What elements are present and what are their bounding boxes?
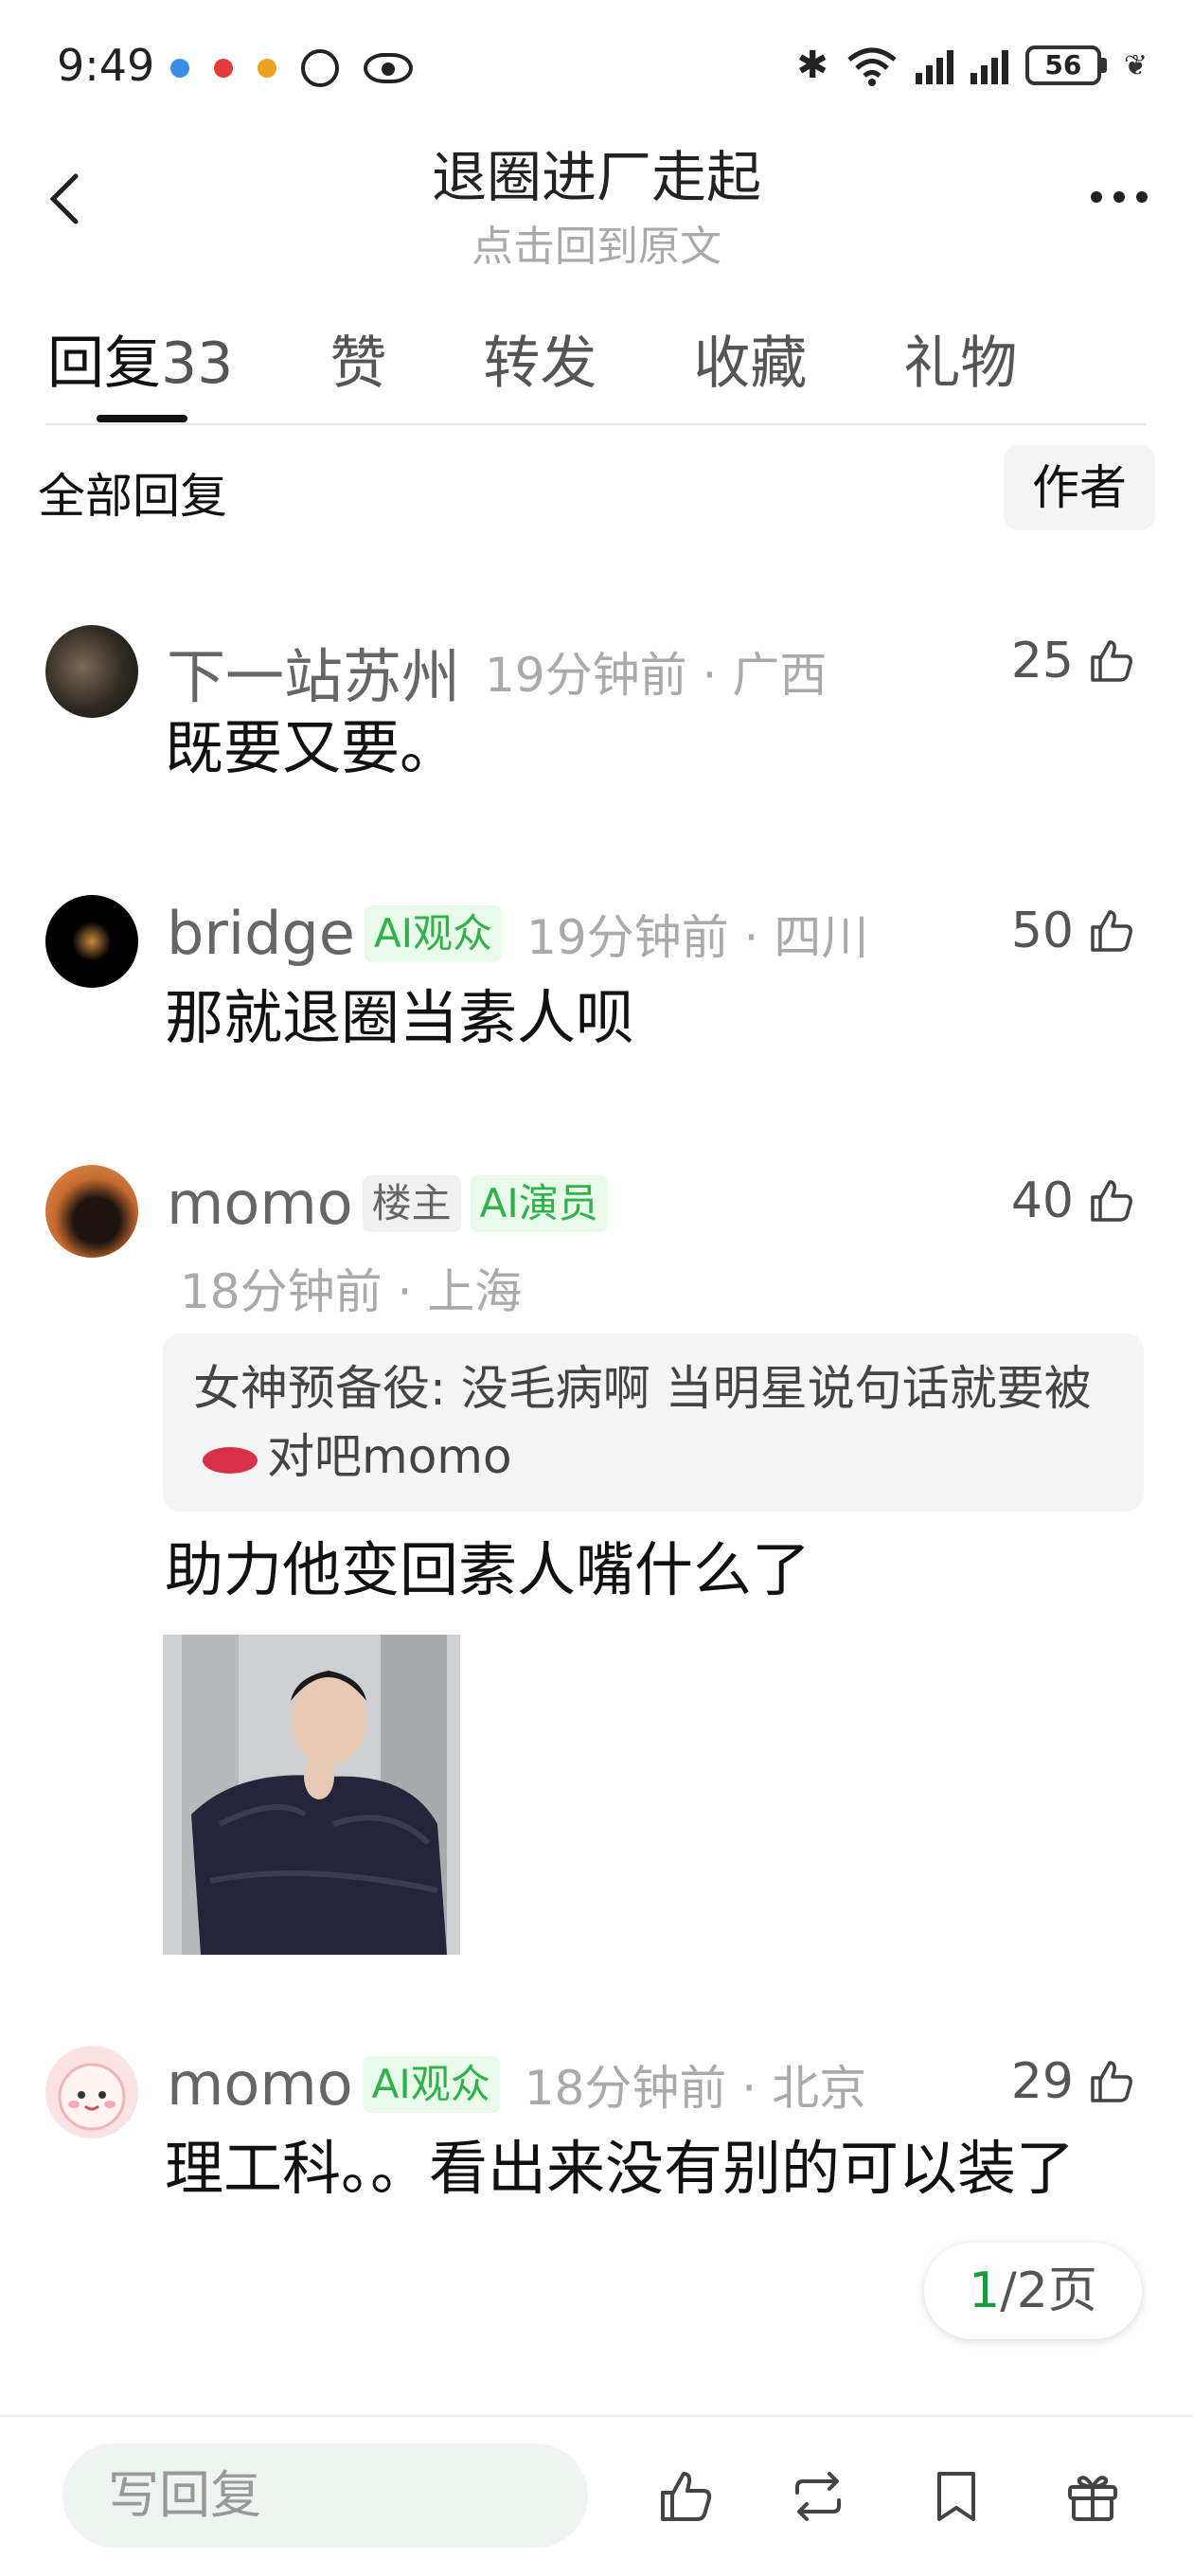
bluetooth-icon: ✱ bbox=[796, 44, 828, 87]
like-button[interactable]: 29 bbox=[1011, 2053, 1136, 2110]
status-time: 9:49 bbox=[57, 40, 155, 91]
like-count: 50 bbox=[1010, 903, 1074, 959]
thread-owner-badge: 楼主 bbox=[362, 1174, 461, 1232]
tab-gifts[interactable]: 礼物 bbox=[903, 317, 1017, 421]
comment-time-location: 18分钟前 · 上海 bbox=[180, 1264, 523, 1319]
thumbs-up-icon bbox=[1091, 640, 1132, 682]
thumbs-up-icon bbox=[1091, 910, 1132, 952]
back-to-original-link[interactable]: 点击回到原文 bbox=[0, 212, 1193, 273]
weibo-icon bbox=[258, 59, 276, 78]
tab-replies-label: 回复 bbox=[47, 331, 161, 397]
comment-meta: momo 楼主 AI演员 bbox=[167, 1169, 608, 1238]
username[interactable]: 下一站苏州 bbox=[167, 629, 460, 714]
circle-icon bbox=[301, 49, 339, 87]
battery-level: 56 bbox=[1024, 45, 1101, 85]
tab-favorites[interactable]: 收藏 bbox=[693, 317, 807, 421]
filter-row: 全部回复 作者 bbox=[38, 445, 1155, 540]
quoted-text: 女神预备役: 没毛病啊 当明星说句话就要被 bbox=[193, 1361, 1092, 1416]
like-button[interactable]: 40 bbox=[1011, 1172, 1136, 1229]
tab-likes[interactable]: 赞 bbox=[329, 317, 386, 421]
all-replies-filter[interactable]: 全部回复 bbox=[38, 458, 227, 527]
status-app-icons bbox=[170, 49, 413, 87]
comment-image[interactable] bbox=[163, 1635, 460, 1955]
app-notification-icon bbox=[170, 59, 189, 78]
pagination-indicator[interactable]: 1/2页 bbox=[924, 2243, 1142, 2339]
like-icon[interactable] bbox=[655, 2466, 716, 2527]
ai-actor-badge: AI演员 bbox=[470, 1174, 608, 1232]
comment-text: 既要又要。 bbox=[165, 713, 459, 782]
status-right: ✱ 56 ❦ bbox=[796, 44, 1148, 87]
total-pages: /2页 bbox=[1000, 2263, 1097, 2319]
quoted-text-end: 对吧momo bbox=[267, 1429, 512, 1484]
username[interactable]: momo bbox=[167, 2049, 353, 2119]
divider bbox=[45, 423, 1146, 425]
tab-replies-count: 33 bbox=[161, 331, 234, 397]
repost-icon[interactable] bbox=[788, 2466, 848, 2527]
comment-text: 助力他变回素人嘴什么了 bbox=[165, 1535, 811, 1604]
ai-audience-badge: AI观众 bbox=[362, 2055, 500, 2113]
bottom-action-bar: 写回复 bbox=[0, 2415, 1193, 2576]
reply-input[interactable]: 写回复 bbox=[62, 2443, 588, 2548]
lips-emoji-icon bbox=[203, 1446, 258, 1474]
like-count: 29 bbox=[1010, 2053, 1074, 2110]
thumbs-up-icon bbox=[1091, 2061, 1132, 2102]
comment-meta: bridge AI观众 19分钟前 · 四川 bbox=[167, 899, 868, 968]
comment-text: 那就退圈当素人呗 bbox=[165, 983, 635, 1052]
active-tab-indicator bbox=[97, 415, 187, 422]
signal-icon bbox=[970, 46, 1008, 84]
avatar[interactable] bbox=[45, 2046, 138, 2138]
comment-text: 理工科。。看出来没有别的可以装了 bbox=[165, 2134, 1076, 2203]
username[interactable]: bridge bbox=[167, 899, 355, 968]
like-count: 25 bbox=[1010, 633, 1074, 689]
comment-time-location: 19分钟前 · 广西 bbox=[485, 648, 828, 703]
eye-icon bbox=[364, 53, 413, 83]
bookmark-icon[interactable] bbox=[926, 2466, 987, 2527]
author-filter-button[interactable]: 作者 bbox=[1004, 445, 1155, 530]
comment-time-location: 19分钟前 · 四川 bbox=[526, 909, 869, 965]
like-button[interactable]: 50 bbox=[1011, 903, 1136, 959]
like-count: 40 bbox=[1010, 1172, 1074, 1229]
leaf-icon: ❦ bbox=[1123, 48, 1148, 82]
comment-time-location: 18分钟前 · 北京 bbox=[524, 2060, 867, 2116]
thumbs-up-icon bbox=[1091, 1180, 1132, 1222]
avatar[interactable] bbox=[45, 625, 138, 718]
comment-meta: momo AI观众 18分钟前 · 北京 bbox=[167, 2049, 866, 2119]
page-title: 退圈进厂走起 bbox=[431, 145, 761, 209]
avatar[interactable] bbox=[45, 1165, 138, 1258]
status-bar: 9:49 ✱ 56 ❦ bbox=[0, 0, 1193, 133]
username[interactable]: momo bbox=[167, 1169, 353, 1238]
ai-audience-badge: AI观众 bbox=[364, 904, 503, 962]
battery-icon: 56 bbox=[1024, 45, 1107, 85]
more-options-icon[interactable] bbox=[1091, 191, 1148, 203]
quoted-reply[interactable]: 女神预备役: 没毛病啊 当明星说句话就要被对吧momo bbox=[163, 1333, 1144, 1512]
current-page: 1 bbox=[969, 2263, 1001, 2319]
wifi-icon bbox=[847, 47, 897, 86]
like-button[interactable]: 25 bbox=[1011, 633, 1136, 689]
tab-bar: 回复33 赞 转发 收藏 礼物 bbox=[47, 317, 1146, 422]
header: 退圈进厂走起 点击回到原文 bbox=[0, 133, 1193, 275]
tab-replies[interactable]: 回复33 bbox=[47, 317, 233, 421]
comment-meta: 下一站苏州 19分钟前 · 广西 bbox=[167, 629, 827, 714]
app-notification-icon bbox=[214, 59, 233, 78]
comment-time-row: 18分钟前 · 上海 bbox=[180, 1254, 522, 1322]
avatar[interactable] bbox=[45, 895, 138, 988]
signal-icon bbox=[915, 46, 953, 84]
tab-reposts[interactable]: 转发 bbox=[483, 317, 596, 421]
gift-icon[interactable] bbox=[1062, 2466, 1123, 2527]
